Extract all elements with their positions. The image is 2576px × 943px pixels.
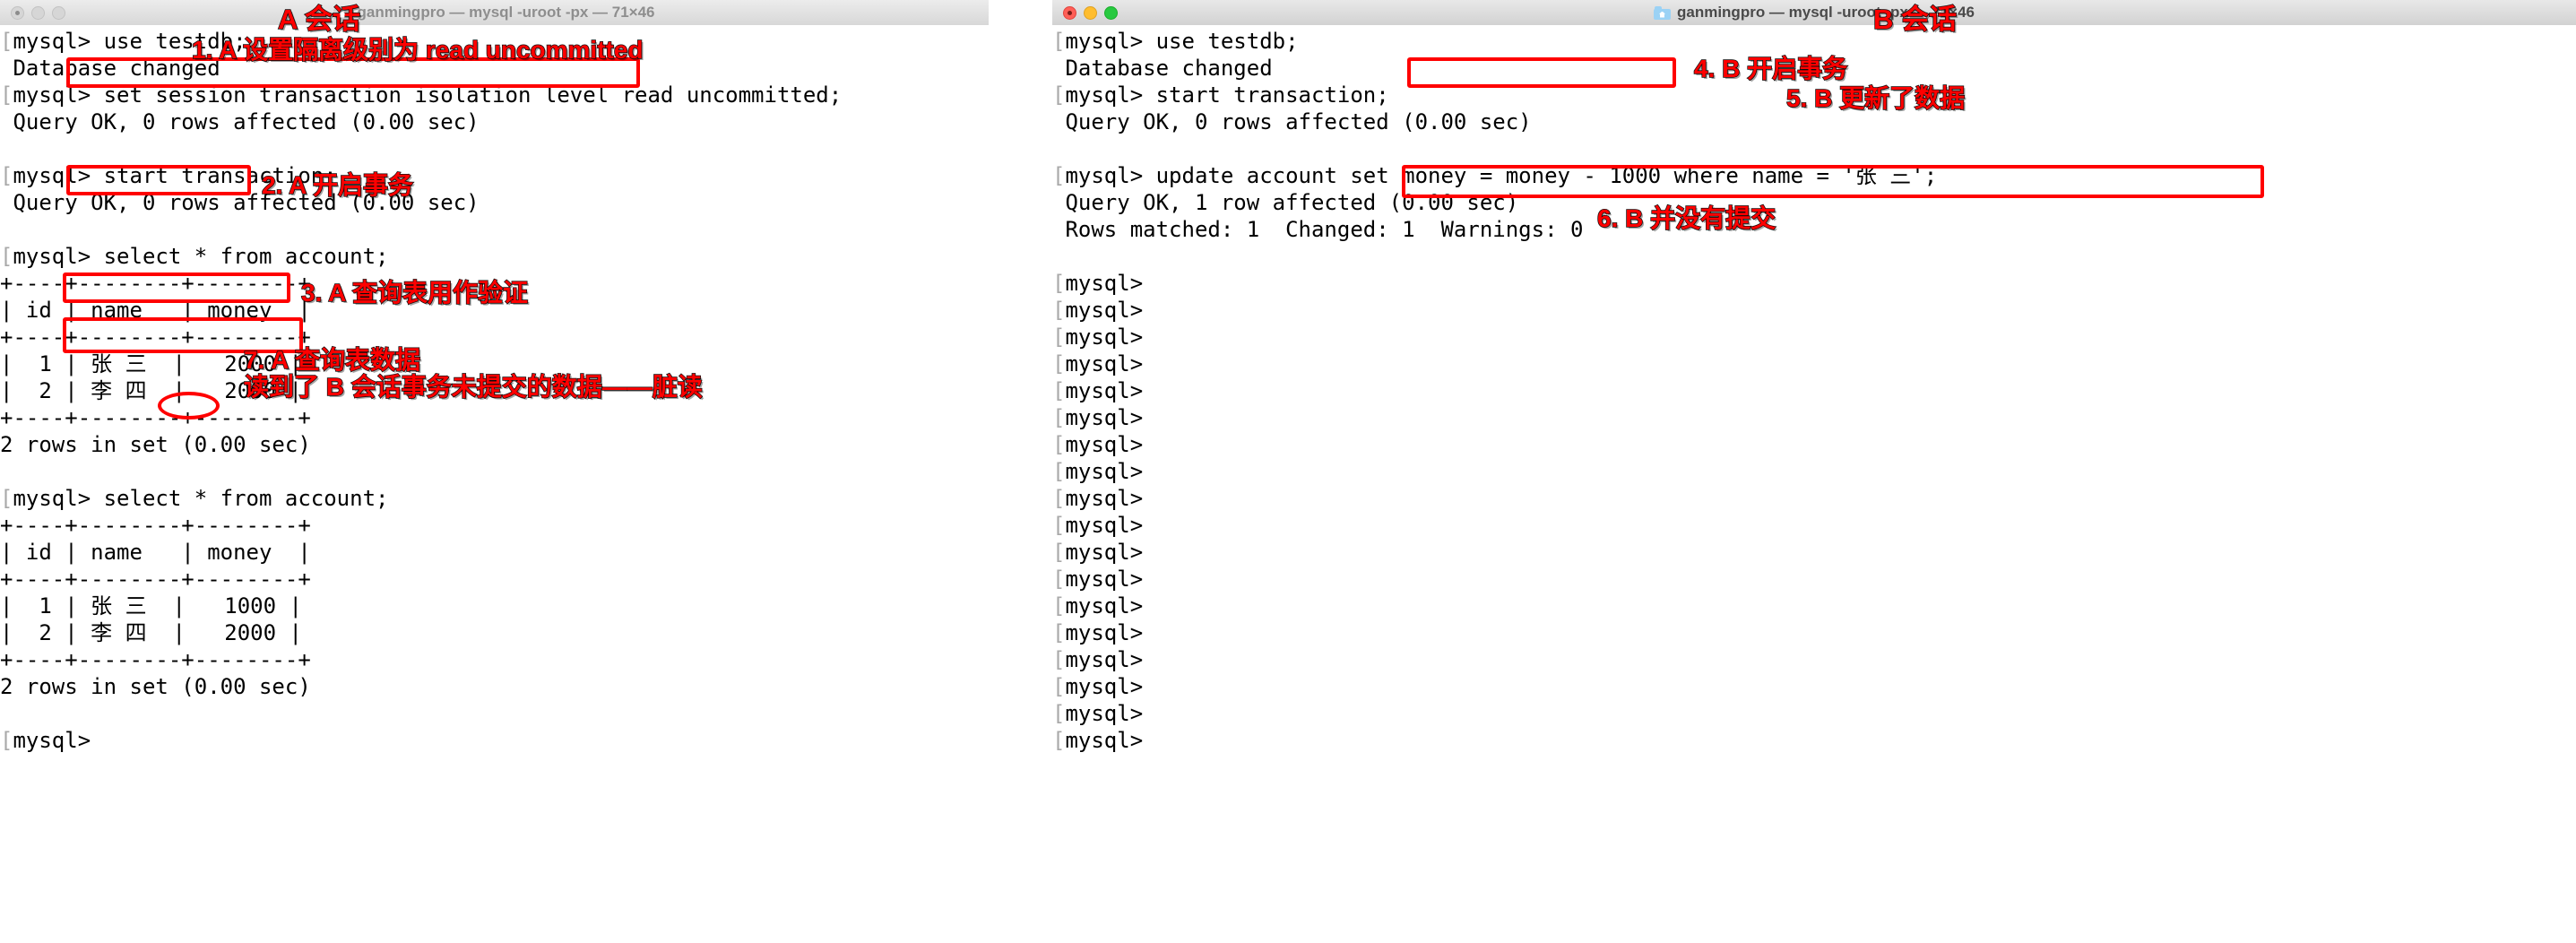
prompt-bracket: [ xyxy=(0,244,13,269)
folder-icon xyxy=(1653,5,1671,20)
terminal-line: Query OK, 0 rows affected (0.00 sec) xyxy=(0,109,480,134)
terminal-line: [mysql> xyxy=(1052,405,1144,430)
prompt-bracket: [ xyxy=(1052,82,1066,108)
annotation-step-3: 3. A 查询表用作验证 xyxy=(300,278,529,307)
prompt-bracket: [ xyxy=(1052,298,1066,323)
terminal-line: [mysql> xyxy=(1052,647,1144,672)
titlebar-b[interactable]: ganmingpro — mysql -uroot -px — 71×46 xyxy=(1052,0,2576,26)
terminal-line: [mysql> xyxy=(1052,459,1144,484)
terminal-line: [mysql> xyxy=(1052,593,1144,619)
prompt-bracket: [ xyxy=(1052,486,1066,511)
prompt-bracket: [ xyxy=(0,728,13,753)
terminal-line: [mysql> select * from account; xyxy=(0,244,389,269)
window-title-b: ganmingpro — mysql -uroot -px — 71×46 xyxy=(1052,0,2576,25)
prompt-bracket: [ xyxy=(1052,163,1066,188)
prompt-bracket: [ xyxy=(1052,29,1066,54)
prompt-bracket: [ xyxy=(0,29,13,54)
terminal-line: +----+--------+--------+ xyxy=(0,405,311,430)
terminal-line: [mysql> xyxy=(1052,298,1144,323)
titlebar-a[interactable]: ganmingpro — mysql -uroot -px — 71×46 xyxy=(0,0,989,26)
terminal-line: [mysql> xyxy=(1052,567,1144,592)
terminal-line: | 2 | 李 四 | 2000 | xyxy=(0,620,302,645)
prompt-bracket: [ xyxy=(1052,271,1066,296)
terminal-line: Query OK, 1 row affected (0.00 sec) xyxy=(1052,190,1519,215)
prompt-bracket: [ xyxy=(1052,728,1066,753)
terminal-line: [mysql> xyxy=(1052,513,1144,538)
terminal-line: Query OK, 0 rows affected (0.00 sec) xyxy=(0,190,480,215)
terminal-output-a[interactable]: [mysql> use testdb; Database changed [mys… xyxy=(0,25,989,943)
terminal-line: [mysql> select * from account; xyxy=(0,486,389,511)
terminal-line: +----+--------+--------+ xyxy=(0,647,311,672)
terminal-line: [mysql> xyxy=(1052,324,1144,350)
prompt-bracket: [ xyxy=(1052,620,1066,645)
terminal-line: | id | name | money | xyxy=(0,540,311,565)
terminal-line: [mysql> xyxy=(1052,620,1144,645)
terminal-line: [mysql> xyxy=(1052,701,1144,726)
prompt-bracket: [ xyxy=(1052,593,1066,619)
terminal-line: [mysql> xyxy=(1052,351,1144,376)
terminal-line: +----+--------+--------+ xyxy=(0,567,311,592)
terminal-line: [mysql> start transaction; xyxy=(0,163,337,188)
terminal-window-a[interactable]: ganmingpro — mysql -uroot -px — 71×46 [m… xyxy=(0,0,989,943)
prompt-bracket: [ xyxy=(1052,324,1066,350)
terminal-line: Rows matched: 1 Changed: 1 Warnings: 0 xyxy=(1052,217,1584,242)
prompt-bracket: [ xyxy=(1052,540,1066,565)
terminal-line: [mysql> update account set money = money… xyxy=(1052,163,1938,188)
prompt-bracket: [ xyxy=(1052,701,1066,726)
annotation-step-5: 5. B 更新了数据 xyxy=(1785,83,1966,113)
annotation-step-6: 6. B 并没有提交 xyxy=(1596,203,1776,233)
prompt-bracket: [ xyxy=(0,82,13,108)
terminal-line: [mysql> xyxy=(0,728,91,753)
terminal-line: [mysql> xyxy=(1052,540,1144,565)
terminal-line: [mysql> xyxy=(1052,271,1144,296)
prompt-bracket: [ xyxy=(1052,567,1066,592)
terminal-line: [mysql> xyxy=(1052,728,1144,753)
annotation-step-2: 2. A 开启事务 xyxy=(261,170,414,200)
terminal-line: [mysql> xyxy=(1052,674,1144,699)
annotation-step-1: 1. A 设置隔离级别为 read uncommitted xyxy=(191,35,644,65)
prompt-bracket: [ xyxy=(1052,513,1066,538)
prompt-bracket: [ xyxy=(1052,378,1066,403)
prompt-bracket: [ xyxy=(1052,674,1066,699)
prompt-bracket: [ xyxy=(1052,351,1066,376)
prompt-bracket: [ xyxy=(1052,647,1066,672)
terminal-line: [mysql> xyxy=(1052,378,1144,403)
prompt-bracket: [ xyxy=(1052,432,1066,457)
prompt-bracket: [ xyxy=(0,163,13,188)
window-title-text-a: ganmingpro — mysql -uroot -px — 71×46 xyxy=(357,4,655,21)
terminal-line: [mysql> xyxy=(1052,486,1144,511)
terminal-line: | 1 | 张 三 | 1000 | xyxy=(0,593,302,619)
terminal-line: 2 rows in set (0.00 sec) xyxy=(0,432,311,457)
prompt-bracket: [ xyxy=(1052,459,1066,484)
terminal-line: [mysql> xyxy=(1052,432,1144,457)
terminal-window-b[interactable]: ganmingpro — mysql -uroot -px — 71×46 [m… xyxy=(1052,0,2576,943)
terminal-line: +----+--------+--------+ xyxy=(0,513,311,538)
prompt-bracket: [ xyxy=(0,486,13,511)
annotation-title-b: B 会话 xyxy=(1872,3,1958,36)
prompt-bracket: [ xyxy=(1052,405,1066,430)
terminal-output-b[interactable]: [mysql> use testdb; Database changed [mys… xyxy=(1052,25,2576,943)
terminal-line: [mysql> set session transaction isolatio… xyxy=(0,82,843,108)
annotation-step-7b: 读到了 B 会话事务未提交的数据——脏读 xyxy=(243,372,703,402)
terminal-line: 2 rows in set (0.00 sec) xyxy=(0,674,311,699)
terminal-line: +----+--------+--------+ xyxy=(0,324,311,350)
window-title-a: ganmingpro — mysql -uroot -px — 71×46 xyxy=(0,0,989,25)
